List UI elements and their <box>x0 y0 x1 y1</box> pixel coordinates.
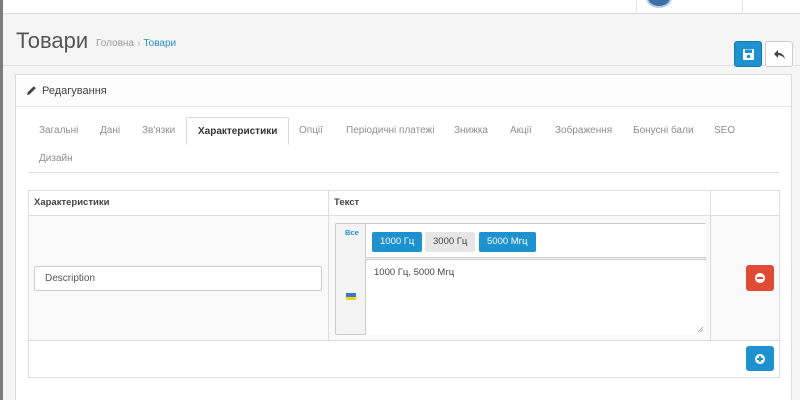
tab-data[interactable]: Дані <box>89 117 131 145</box>
column-header-attribute: Характеристики <box>34 197 110 208</box>
tab-reward-points[interactable]: Бонусні бали <box>622 117 705 145</box>
tab-options[interactable]: Опції <box>288 117 334 145</box>
tab-image[interactable]: Зображення <box>544 117 623 145</box>
minus-circle-icon <box>755 273 765 283</box>
table-header: Характеристики Текст <box>29 191 779 216</box>
navbar-divider <box>636 0 637 13</box>
reply-icon <box>774 50 785 59</box>
breadcrumb-products-link[interactable]: Товари <box>143 38 176 49</box>
value-chip[interactable]: 3000 Гц <box>425 232 476 252</box>
save-button[interactable] <box>734 41 762 67</box>
multilang-text-group: Все 1000 Гц 3000 Гц 5000 Мгц 1000 Гц, 50… <box>335 223 706 335</box>
textarea-value: 1000 Гц, 5000 Мгц <box>374 267 455 278</box>
column-divider <box>328 191 329 341</box>
plus-circle-icon <box>755 354 765 364</box>
value-chips: 1000 Гц 3000 Гц 5000 Мгц <box>365 224 706 258</box>
tab-bar: Загальні Дані Зв'язки Характеристики Опц… <box>28 117 779 173</box>
tab-special[interactable]: Акції <box>499 117 543 145</box>
tab-general[interactable]: Загальні <box>28 117 89 145</box>
value-chip[interactable]: 1000 Гц <box>372 232 423 252</box>
lang-all-label[interactable]: Все <box>345 228 359 237</box>
ukraine-flag-icon <box>346 293 356 300</box>
tab-discount[interactable]: Знижка <box>443 117 499 145</box>
page-header: Товари Головна › Товари <box>3 14 800 67</box>
column-header-text: Текст <box>334 197 360 208</box>
tab-recurring[interactable]: Періодичні платежі <box>335 117 445 145</box>
back-button[interactable] <box>765 41 793 67</box>
panel-heading: Редагування <box>16 75 791 107</box>
navbar-divider <box>742 0 743 13</box>
tab-design[interactable]: Дизайн <box>28 145 84 173</box>
attribute-name-input[interactable]: Description <box>34 266 322 291</box>
add-attribute-button[interactable] <box>746 346 774 371</box>
value-chip[interactable]: 5000 Мгц <box>479 232 536 252</box>
attributes-table: Характеристики Текст Description Все 100… <box>28 190 780 378</box>
breadcrumb: Головна › Товари <box>96 38 176 49</box>
pencil-icon <box>27 86 36 95</box>
tab-links[interactable]: Зв'язки <box>131 117 186 145</box>
edit-panel: Редагування Загальні Дані Зв'язки Характ… <box>15 74 792 400</box>
column-divider <box>710 191 711 341</box>
tab-seo[interactable]: SEO <box>703 117 746 145</box>
breadcrumb-home-link[interactable]: Головна <box>96 38 134 49</box>
user-avatar[interactable] <box>646 0 672 8</box>
remove-attribute-button[interactable] <box>746 265 774 291</box>
top-navbar <box>3 0 800 14</box>
page-title: Товари <box>16 28 89 53</box>
table-row: Description Все 1000 Гц 3000 Гц 5000 Мгц… <box>29 216 779 341</box>
panel-title: Редагування <box>42 85 107 97</box>
save-icon <box>743 49 754 60</box>
tab-attributes[interactable]: Характеристики <box>186 117 290 145</box>
resize-grip-icon[interactable] <box>697 326 704 333</box>
breadcrumb-separator: › <box>137 38 141 49</box>
attribute-text-textarea[interactable]: 1000 Гц, 5000 Мгц <box>365 259 706 335</box>
